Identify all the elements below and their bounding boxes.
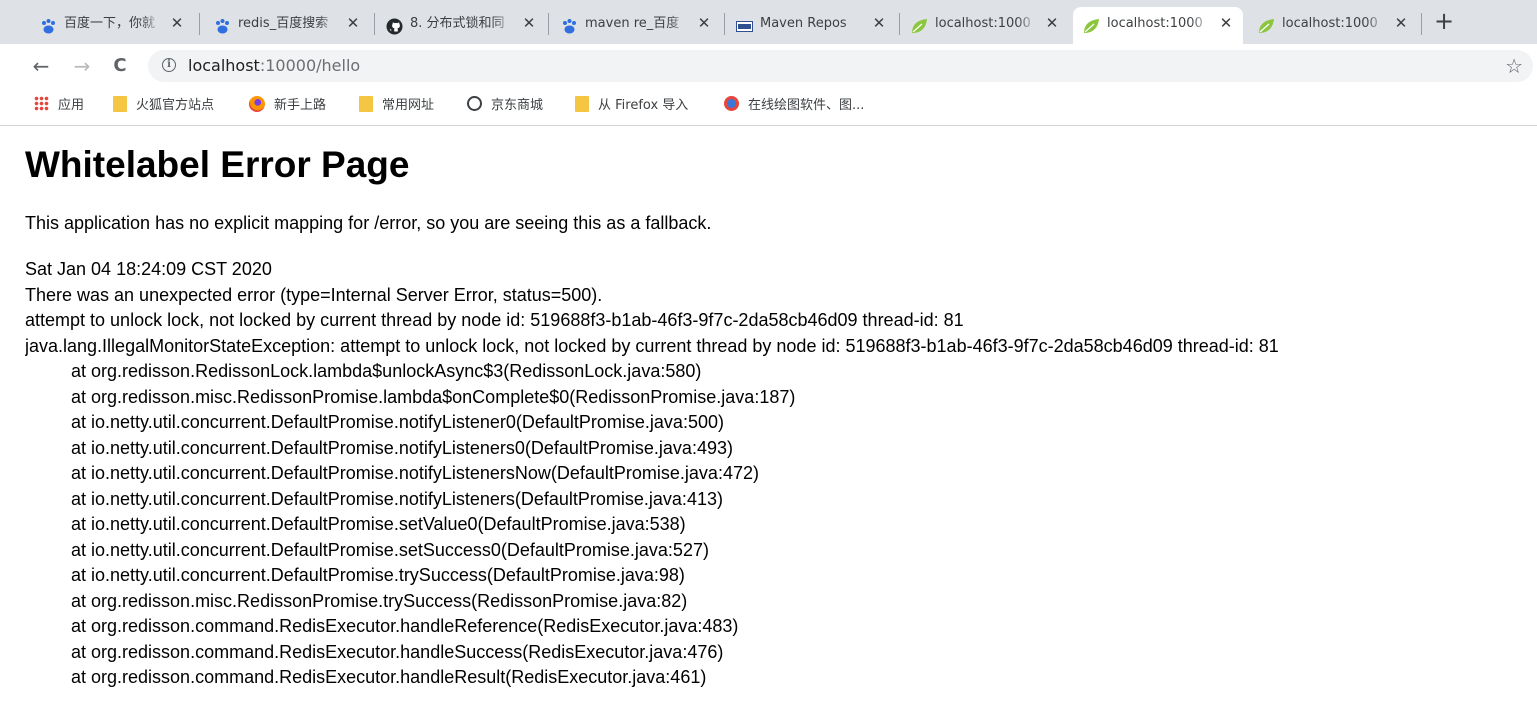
bookmark-star-icon[interactable]: ☆ [1505, 50, 1523, 82]
tab-title: 百度一下，你就 [64, 16, 156, 31]
spring-leaf-icon [1083, 15, 1100, 33]
tab-title: localhost:1000 [935, 16, 1031, 31]
tab-separator [548, 13, 549, 35]
close-icon[interactable]: ✕ [871, 7, 887, 40]
tab-title: localhost:1000 [1107, 16, 1203, 31]
error-status-line: There was an unexpected error (type=Inte… [25, 284, 603, 305]
stack-trace-line: at org.redisson.command.RedisExecutor.ha… [71, 616, 739, 636]
close-icon[interactable]: ✕ [521, 7, 537, 40]
browser-window: 百度一下，你就 ✕ redis_百度搜索 ✕ 8. 分布式锁和同 ✕ maven… [0, 0, 1537, 707]
bookmarks-bar: 应用 火狐官方站点 新手上路 常用网址 京东商城 从 Firefox 导入 在线… [0, 88, 1537, 126]
tab-title: redis_百度搜索 [238, 16, 329, 31]
tab-separator [1421, 13, 1422, 35]
folder-icon [359, 95, 373, 112]
tab-localhost-1[interactable]: localhost:1000 ✕ [901, 7, 1069, 44]
bookmark-jd[interactable]: 京东商城 [467, 88, 543, 124]
firefox-icon [249, 95, 265, 112]
close-icon[interactable]: ✕ [169, 7, 185, 40]
error-details: Sat Jan 04 18:24:09 CST 2020 There was a… [25, 257, 1530, 691]
bookmark-common-sites[interactable]: 常用网址 [359, 88, 434, 124]
baidu-paw-icon [214, 15, 231, 34]
tab-title: Maven Repos [760, 16, 847, 31]
baidu-paw-icon [561, 15, 578, 34]
tab-maven-repository[interactable]: Maven Repos ✕ [726, 7, 896, 44]
bookmark-label: 常用网址 [382, 98, 435, 113]
tab-baidu-home[interactable]: 百度一下，你就 ✕ [30, 7, 194, 44]
tab-separator [374, 13, 375, 35]
tab-separator [724, 13, 725, 35]
stack-trace-line: at io.netty.util.concurrent.DefaultPromi… [71, 514, 686, 534]
forward-button[interactable]: → [68, 52, 96, 80]
page-title: Whitelabel Error Page [25, 144, 410, 185]
stack-trace-line: at org.redisson.RedissonLock.lambda$unlo… [71, 361, 702, 381]
bookmark-label: 从 Firefox 导入 [598, 98, 689, 113]
bookmark-label: 京东商城 [491, 98, 544, 113]
github-icon [386, 15, 403, 35]
bookmark-firefox-import[interactable]: 从 Firefox 导入 [575, 88, 688, 124]
tab-separator [899, 13, 900, 35]
bookmark-getting-started[interactable]: 新手上路 [249, 88, 326, 124]
folder-icon [113, 95, 127, 112]
tab-title: maven re_百度 [585, 16, 680, 31]
spring-leaf-icon [1258, 15, 1275, 33]
new-tab-button[interactable]: + [1430, 8, 1458, 36]
close-icon[interactable]: ✕ [1393, 7, 1409, 40]
bookmark-label: 火狐官方站点 [136, 98, 215, 113]
stack-trace-line: at io.netty.util.concurrent.DefaultPromi… [71, 565, 685, 585]
address-bar[interactable]: i localhost:10000/hello ☆ [148, 50, 1533, 82]
tab-distributed-lock[interactable]: 8. 分布式锁和同 ✕ [376, 7, 546, 44]
close-icon[interactable]: ✕ [1044, 7, 1060, 40]
stack-trace-line: at io.netty.util.concurrent.DefaultPromi… [71, 539, 709, 560]
url-text[interactable]: localhost:10000/hello [188, 50, 360, 82]
close-icon[interactable]: ✕ [345, 7, 361, 40]
url-path: :10000/hello [259, 56, 361, 75]
bookmark-drawing-app[interactable]: 在线绘图软件、图... [724, 88, 864, 124]
error-message: attempt to unlock lock, not locked by cu… [25, 310, 964, 330]
tab-separator [199, 13, 200, 35]
stack-trace-line: at io.netty.util.concurrent.DefaultPromi… [71, 463, 759, 483]
drawing-app-icon [724, 96, 739, 111]
folder-icon [575, 95, 589, 112]
exception-line: java.lang.IllegalMonitorStateException: … [25, 335, 1279, 356]
stack-trace-line: at org.redisson.misc.RedissonPromise.try… [71, 590, 688, 611]
stack-trace-line: at io.netty.util.concurrent.DefaultPromi… [71, 488, 723, 509]
bookmark-label: 新手上路 [274, 98, 327, 113]
baidu-paw-icon [40, 15, 57, 34]
tab-title: localhost:1000 [1282, 16, 1378, 31]
stack-trace-line: at io.netty.util.concurrent.DefaultPromi… [71, 437, 733, 458]
close-icon[interactable]: ✕ [696, 7, 712, 40]
stack-trace-line: at org.redisson.misc.RedissonPromise.lam… [71, 386, 796, 407]
tab-title: 8. 分布式锁和同 [410, 16, 505, 31]
close-icon[interactable]: ✕ [1218, 7, 1234, 40]
bookmark-firefox-site[interactable]: 火狐官方站点 [113, 88, 214, 124]
tab-strip: 百度一下，你就 ✕ redis_百度搜索 ✕ 8. 分布式锁和同 ✕ maven… [0, 0, 1537, 44]
tab-maven-search[interactable]: maven re_百度 ✕ [551, 7, 721, 44]
back-button[interactable]: ← [27, 52, 55, 80]
bookmark-label: 应用 [58, 98, 85, 113]
error-timestamp: Sat Jan 04 18:24:09 CST 2020 [25, 259, 272, 279]
stack-trace-line: at io.netty.util.concurrent.DefaultPromi… [71, 412, 724, 432]
tab-redis-search[interactable]: redis_百度搜索 ✕ [204, 7, 370, 44]
maven-icon [736, 15, 753, 32]
info-icon[interactable]: i [162, 58, 176, 72]
spring-leaf-icon [911, 15, 928, 33]
reload-button[interactable]: C [106, 52, 134, 80]
jd-globe-icon [467, 96, 482, 111]
error-explanation: This application has no explicit mapping… [25, 213, 712, 233]
tab-localhost-active[interactable]: localhost:1000 ✕ [1073, 7, 1243, 44]
bookmark-apps[interactable]: 应用 [34, 88, 84, 124]
url-host: localhost [188, 56, 260, 75]
stack-trace-line: at org.redisson.command.RedisExecutor.ha… [71, 667, 707, 687]
stack-trace-line: at org.redisson.command.RedisExecutor.ha… [71, 641, 724, 662]
navigation-toolbar: ← → C i localhost:10000/hello ☆ [0, 44, 1537, 88]
apps-grid-icon [34, 96, 49, 111]
tab-localhost-3[interactable]: localhost:1000 ✕ [1248, 7, 1418, 44]
page-content: Whitelabel Error Page This application h… [25, 128, 1530, 707]
bookmark-label: 在线绘图软件、图... [748, 98, 865, 113]
